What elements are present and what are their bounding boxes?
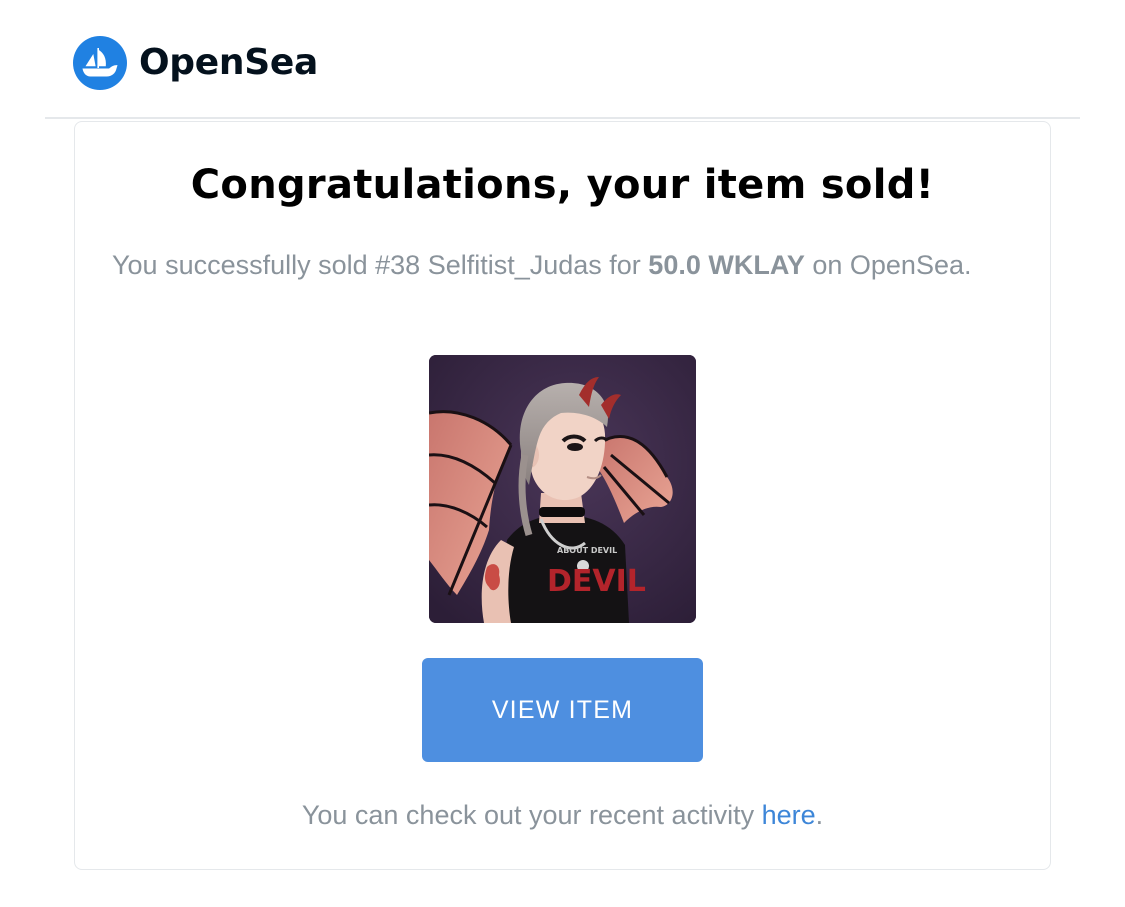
activity-note-suffix: . (815, 800, 824, 830)
email-page: OpenSea Congratulations, your item sold!… (0, 0, 1125, 907)
sold-message-prefix: You successfully sold #38 Selfitist_Juda… (112, 250, 649, 280)
view-item-button[interactable]: VIEW ITEM (422, 658, 703, 762)
opensea-logo-icon (73, 36, 127, 90)
header-divider (45, 117, 1080, 119)
sale-price: 50.0 WKLAY (648, 250, 805, 280)
email-header: OpenSea (0, 0, 1125, 119)
activity-note-prefix: You can check out your recent activity (301, 800, 762, 830)
nft-item-image[interactable]: ABOUT DEVIL DEVIL (429, 355, 696, 623)
recent-activity-note: You can check out your recent activity h… (0, 797, 1125, 833)
svg-text:ABOUT DEVIL: ABOUT DEVIL (557, 546, 617, 555)
sold-message-suffix: on OpenSea. (804, 250, 972, 280)
nft-character-illustration: ABOUT DEVIL DEVIL (429, 355, 696, 623)
page-title: Congratulations, your item sold! (190, 162, 935, 208)
sold-message: You successfully sold #38 Selfitist_Juda… (112, 247, 972, 284)
brand-name: OpenSea (139, 42, 318, 83)
recent-activity-link[interactable]: here (762, 800, 816, 830)
svg-text:DEVIL: DEVIL (547, 564, 646, 599)
